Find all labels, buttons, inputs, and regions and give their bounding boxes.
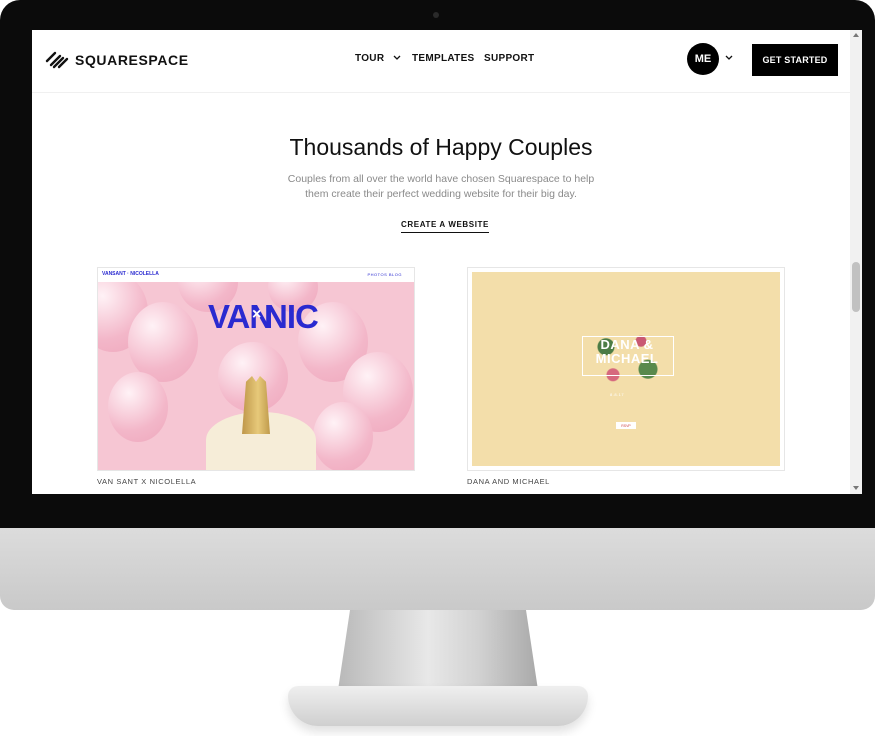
section-subtitle: Couples from all over the world have cho… [287, 173, 595, 200]
card-caption[interactable]: VAN SANT X NICOLELLA [97, 477, 196, 486]
nav-tour-label: TOUR [355, 53, 385, 64]
nav-tour[interactable]: TOUR [355, 53, 401, 64]
site-preview-image: DANA & MICHAEL 8.8.17 RSVP [472, 272, 780, 466]
top-navigation: SQUARESPACE TOUR TEMPLATES SUPPORT ME GE… [32, 30, 850, 93]
vertical-scrollbar[interactable] [850, 30, 862, 494]
site-preview-headline: DANA & MICHAEL [595, 337, 659, 366]
chevron-down-icon[interactable] [725, 55, 733, 61]
camera-icon [433, 12, 439, 18]
balloon [128, 302, 198, 382]
get-started-button[interactable]: GET STARTED [752, 44, 838, 76]
site-preview-image: VAN NIC × [98, 282, 414, 470]
site-preview-date: 8.8.17 [610, 392, 625, 397]
section-title: Thousands of Happy Couples [289, 134, 593, 160]
logo-text: SQUARESPACE [75, 52, 189, 68]
monitor-chin [0, 528, 875, 610]
site-preview-logo: VANSANT · NICOLELLA [102, 271, 159, 277]
nav-templates[interactable]: TEMPLATES [412, 53, 475, 64]
account-avatar-button[interactable]: ME [687, 43, 719, 75]
balloon [108, 372, 168, 442]
example-site-card[interactable]: VANSANT · NICOLELLA PHOTOS BLOG VAN NIC … [97, 267, 415, 471]
scroll-thumb[interactable] [852, 262, 860, 312]
balloon [313, 402, 373, 470]
create-website-link[interactable]: CREATE A WEBSITE [401, 220, 489, 233]
site-preview-headline-left: VAN [208, 298, 273, 335]
monitor-stand-base [288, 686, 588, 726]
card-caption[interactable]: DANA AND MICHAEL [467, 477, 550, 486]
scroll-down-icon[interactable] [853, 486, 859, 490]
chevron-down-icon [393, 55, 401, 60]
nav-support[interactable]: SUPPORT [484, 53, 534, 64]
site-preview-rsvp-button: RSVP [616, 422, 636, 429]
site-preview-headline-right: NIC [264, 298, 319, 335]
monitor-stand-neck [338, 610, 538, 690]
site-preview-header: VANSANT · NICOLELLA PHOTOS BLOG [98, 268, 414, 282]
site-preview-headline-x: × [252, 306, 262, 323]
squarespace-mark-icon [45, 51, 69, 69]
example-site-card[interactable]: DANA & MICHAEL 8.8.17 RSVP [467, 267, 785, 471]
browser-viewport: SQUARESPACE TOUR TEMPLATES SUPPORT ME GE… [32, 30, 850, 494]
squarespace-logo[interactable]: SQUARESPACE [44, 49, 189, 71]
site-preview-nav: PHOTOS BLOG [367, 272, 402, 277]
scroll-up-icon[interactable] [853, 33, 859, 37]
